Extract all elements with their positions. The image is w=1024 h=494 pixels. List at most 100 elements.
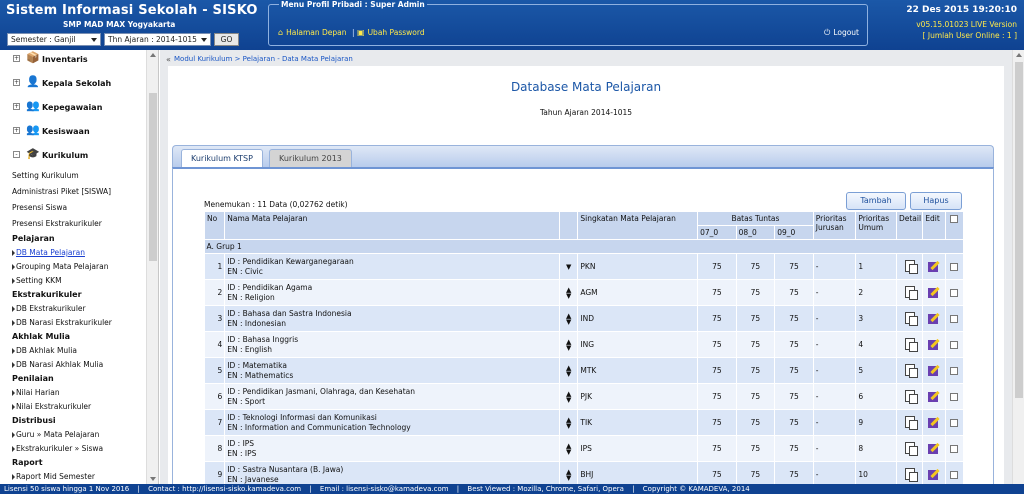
move-down-icon[interactable]: ▼ [566, 474, 571, 482]
edit-icon[interactable] [927, 260, 940, 272]
row-checkbox[interactable] [950, 315, 959, 323]
sidebar-item-db-narasi-akhlak-mulia[interactable]: DB Narasi Akhlak Mulia [0, 358, 146, 372]
sidebar-item-ekstrakurikuler-siswa[interactable]: Ekstrakurikuler » Siswa [0, 442, 146, 456]
sidebar-item-administrasi-piket[interactable]: Administrasi Piket [SISWA] [0, 184, 146, 200]
sidebar-scrollbar[interactable] [146, 50, 158, 484]
detail-icon[interactable] [904, 285, 918, 300]
edit-icon[interactable] [927, 390, 940, 402]
kkm-8: 75 [736, 383, 776, 410]
row-checkbox[interactable] [950, 289, 959, 297]
row-checkbox[interactable] [950, 471, 959, 479]
edit-icon[interactable] [927, 468, 940, 480]
col-kkm-9: 09_0 [774, 225, 814, 240]
logout-link[interactable]: ⏻ Logout [824, 28, 859, 38]
tab-kurikulum-2013[interactable]: Kurikulum 2013 [269, 149, 352, 168]
sidebar-item-grouping-mata-pelajaran[interactable]: Grouping Mata Pelajaran [0, 260, 146, 274]
move-down-icon[interactable]: ▼ [566, 422, 571, 430]
inventory-icon: 📦 [26, 51, 40, 64]
row-checkbox[interactable] [950, 341, 959, 349]
edit-icon[interactable] [927, 442, 940, 454]
sidebar-item-nilai-harian[interactable]: Nilai Harian [0, 386, 146, 400]
scroll-up-icon[interactable] [1016, 53, 1022, 57]
row-checkbox[interactable] [950, 367, 959, 375]
sidebar-item-db-mata-pelajaran[interactable]: DB Mata Pelajaran [0, 246, 146, 260]
expand-icon[interactable]: + [13, 103, 20, 110]
scrollbar-thumb[interactable] [149, 93, 157, 261]
kkm-9: 75 [774, 331, 814, 358]
subject-abbr: AGM [577, 279, 699, 306]
sidebar-group-kepala-sekolah[interactable]: + 👤 Kepala Sekolah [0, 72, 146, 96]
move-down-icon[interactable]: ▼ [566, 396, 571, 404]
sidebar-item-presensi-siswa[interactable]: Presensi Siswa [0, 200, 146, 216]
sidebar-item-nilai-ekstrakurikuler[interactable]: Nilai Ekstrakurikuler [0, 400, 146, 414]
edit-icon[interactable] [927, 364, 940, 376]
kkm-9: 75 [774, 279, 814, 306]
go-button[interactable]: GO [214, 33, 239, 46]
kkm-7: 75 [697, 409, 737, 436]
scrollbar-thumb[interactable] [1015, 62, 1023, 398]
add-button[interactable]: Tambah [846, 192, 906, 210]
sidebar-group-kurikulum[interactable]: - 🎓 Kurikulum [0, 144, 146, 168]
move-down-icon[interactable]: ▼ [566, 370, 571, 378]
sidebar-item-setting-kurikulum[interactable]: Setting Kurikulum [0, 168, 146, 184]
main-scrollbar[interactable] [1012, 50, 1024, 484]
row-checkbox[interactable] [950, 263, 959, 271]
year-select[interactable]: Thn Ajaran : 2014-1015 [104, 33, 211, 46]
move-down-icon[interactable]: ▼ [566, 292, 571, 300]
detail-icon[interactable] [904, 389, 918, 404]
detail-icon[interactable] [904, 415, 918, 430]
move-down-icon[interactable]: ▼ [562, 263, 575, 270]
sidebar-item-guru-mata-pelajaran[interactable]: Guru » Mata Pelajaran [0, 428, 146, 442]
move-down-icon[interactable]: ▼ [566, 318, 571, 326]
detail-icon[interactable] [904, 467, 918, 482]
priority-general: 5 [855, 357, 897, 384]
sidebar-item-db-ekstrakurikuler[interactable]: DB Ekstrakurikuler [0, 302, 146, 316]
sidebar-item-presensi-ekstrakurikuler[interactable]: Presensi Ekstrakurikuler [0, 216, 146, 232]
sidebar-item-db-akhlak-mulia[interactable]: DB Akhlak Mulia [0, 344, 146, 358]
collapse-icon[interactable]: - [13, 151, 20, 158]
edit-cell [922, 357, 946, 384]
sidebar-item-setting-kkm[interactable]: Setting KKM [0, 274, 146, 288]
sidebar-group-kesiswaan[interactable]: + 👥 Kesiswaan [0, 120, 146, 144]
footer-contact[interactable]: Contact : http://lisensi-sisko.kamadeva.… [148, 485, 301, 493]
edit-cell [922, 383, 946, 410]
edit-icon[interactable] [927, 286, 940, 298]
subject-name: ID : Pendidikan Kewarganegaraan EN : Civi… [224, 253, 561, 280]
change-password-link[interactable]: ▣ Ubah Password [357, 28, 425, 37]
breadcrumb[interactable]: Modul Kurikulum > Pelajaran - Data Mata … [174, 55, 353, 63]
priority-major: - [813, 461, 857, 484]
sidebar-item-raport-mid-semester[interactable]: Raport Mid Semester [0, 470, 146, 484]
edit-icon[interactable] [927, 338, 940, 350]
semester-select[interactable]: Semester : Ganjil [7, 33, 101, 46]
scroll-down-icon[interactable] [150, 477, 156, 481]
row-checkbox[interactable] [950, 445, 959, 453]
select-all-checkbox[interactable] [950, 215, 959, 223]
collapse-sidebar-icon[interactable]: « [166, 55, 171, 64]
detail-icon[interactable] [904, 363, 918, 378]
sidebar-group-inventaris[interactable]: + 📦 Inventaris [0, 50, 146, 72]
tab-kurikulum-ktsp[interactable]: Kurikulum KTSP [181, 149, 263, 168]
row-checkbox[interactable] [950, 393, 959, 401]
edit-icon[interactable] [927, 416, 940, 428]
expand-icon[interactable]: + [13, 79, 20, 86]
sidebar-group-kepegawaian[interactable]: + 👥 Kepegawaian [0, 96, 146, 120]
scroll-up-icon[interactable] [150, 53, 156, 57]
delete-button[interactable]: Hapus [910, 192, 962, 210]
footer-email[interactable]: Email : lisensi-sisko@kamadeva.com [320, 485, 449, 493]
move-down-icon[interactable]: ▼ [566, 448, 571, 456]
edit-icon[interactable] [927, 312, 940, 324]
select-cell [945, 461, 965, 484]
detail-icon[interactable] [904, 259, 918, 274]
expand-icon[interactable]: + [13, 55, 20, 62]
footer-separator: | [456, 485, 460, 493]
priority-general: 2 [855, 279, 897, 306]
move-down-icon[interactable]: ▼ [566, 344, 571, 352]
detail-icon[interactable] [904, 441, 918, 456]
row-checkbox[interactable] [950, 419, 959, 427]
sidebar-item-db-narasi-ekstrakurikuler[interactable]: DB Narasi Ekstrakurikuler [0, 316, 146, 330]
expand-icon[interactable]: + [13, 127, 20, 134]
detail-icon[interactable] [904, 311, 918, 326]
detail-icon[interactable] [904, 337, 918, 352]
subject-abbr: IND [577, 305, 699, 332]
home-link[interactable]: ⌂ Halaman Depan [278, 28, 347, 37]
